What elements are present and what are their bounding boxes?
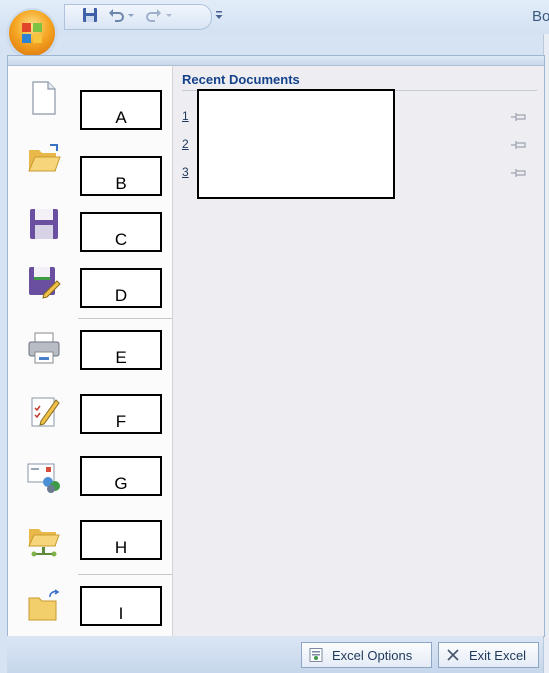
menu-top-strip <box>8 56 544 66</box>
window-title: Bo <box>532 8 549 25</box>
printer-icon <box>28 332 60 364</box>
menu-separator <box>78 574 172 575</box>
pin-icon[interactable] <box>511 168 527 178</box>
save-as-icon <box>29 267 61 299</box>
publish-folder-icon <box>28 529 60 557</box>
menu-command-list: A B C D E F G H I <box>8 66 173 636</box>
undo-icon[interactable] <box>108 7 124 23</box>
save-disk-icon <box>30 209 58 239</box>
save-icon[interactable] <box>82 7 98 23</box>
exit-excel-button[interactable]: Exit Excel <box>438 642 539 668</box>
redo-icon[interactable] <box>146 7 162 23</box>
menu-item-new-label: A <box>80 90 162 130</box>
prepare-document-icon <box>31 397 60 427</box>
menu-item-print-label: E <box>80 330 162 370</box>
open-folder-icon <box>28 144 61 172</box>
excel-options-button[interactable]: Excel Options <box>301 642 432 668</box>
recent-documents-redaction-box <box>197 89 395 199</box>
menu-item-save-as-label: D <box>80 268 162 308</box>
menu-item-prepare-label: F <box>80 394 162 434</box>
menu-item-send-label: G <box>80 456 162 496</box>
recent-document-number[interactable]: 3 <box>182 165 189 179</box>
office-menu: A B C D E F G H I Recent Documents 1 2 3 <box>7 55 545 637</box>
close-icon <box>447 649 459 661</box>
redo-dropdown-icon[interactable] <box>164 7 174 23</box>
send-icon <box>27 463 60 493</box>
menu-item-close-label: I <box>80 586 162 626</box>
recent-document-number[interactable]: 2 <box>182 137 189 151</box>
recent-documents-pane: Recent Documents 1 2 3 <box>173 66 544 636</box>
pin-icon[interactable] <box>511 112 527 122</box>
exit-excel-label: Exit Excel <box>469 648 527 663</box>
recent-document-number[interactable]: 1 <box>182 109 189 123</box>
recent-documents-heading: Recent Documents <box>182 72 300 87</box>
menu-separator <box>78 318 172 319</box>
menu-item-save-label: C <box>80 212 162 252</box>
undo-dropdown-icon[interactable] <box>126 7 136 23</box>
menu-footer: Excel Options Exit Excel <box>7 636 543 673</box>
pin-icon[interactable] <box>511 140 527 150</box>
options-icon <box>309 648 323 662</box>
customize-dropdown-icon[interactable] <box>214 7 224 23</box>
menu-item-publish-label: H <box>80 520 162 560</box>
quick-access-toolbar: Bo <box>0 0 549 34</box>
excel-options-label: Excel Options <box>332 648 413 663</box>
new-document-icon <box>32 81 56 115</box>
close-folder-icon <box>28 589 60 621</box>
office-button[interactable] <box>9 10 55 56</box>
menu-item-open-label: B <box>80 156 162 196</box>
office-logo-icon <box>22 23 42 43</box>
